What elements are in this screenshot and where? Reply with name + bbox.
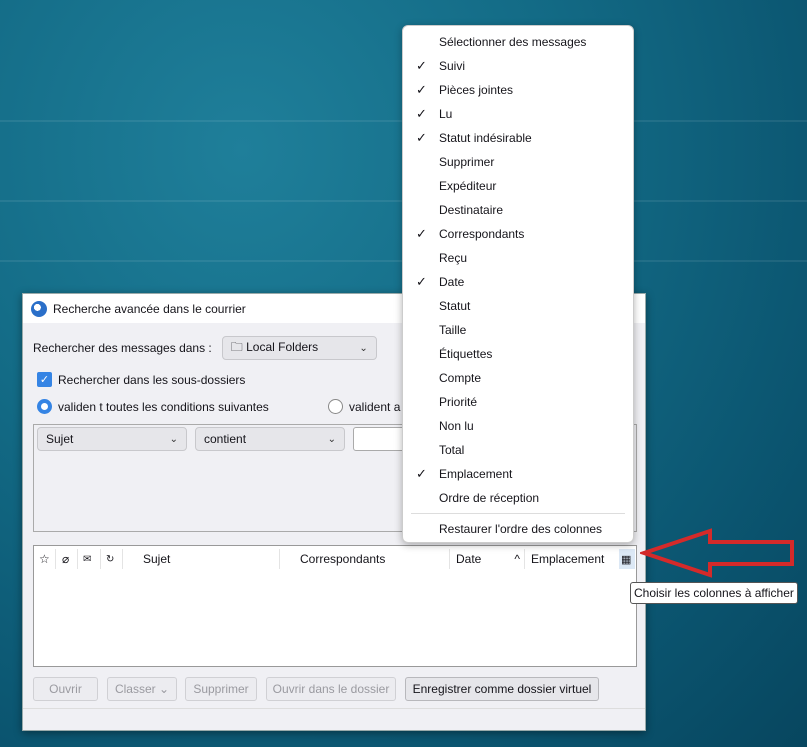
- match-all-label: validen t toutes les conditions suivante…: [58, 399, 269, 414]
- menu-item[interactable]: Taille: [403, 318, 633, 342]
- open-button[interactable]: Ouvrir: [33, 677, 98, 701]
- menu-item[interactable]: Priorité: [403, 390, 633, 414]
- menu-item[interactable]: Non lu: [403, 414, 633, 438]
- checkmark-icon: ✓: [416, 130, 427, 145]
- menu-item[interactable]: Supprimer: [403, 150, 633, 174]
- folder-select[interactable]: 🗀 Local Folders ⌄: [221, 336, 377, 360]
- menu-item[interactable]: Sélectionner des messages: [403, 30, 633, 54]
- dialog-title: Recherche avancée dans le courrier: [53, 301, 246, 316]
- checkmark-icon: ✓: [416, 466, 427, 481]
- field-value: Sujet: [46, 432, 74, 446]
- column-location[interactable]: Emplacement: [525, 549, 619, 569]
- menu-item-label: Lu: [439, 107, 453, 121]
- red-arrow-annotation: [640, 528, 794, 578]
- menu-item[interactable]: Ordre de réception: [403, 486, 633, 510]
- checkmark-icon: ✓: [416, 58, 427, 73]
- menu-item[interactable]: ✓ Statut indésirable: [403, 126, 633, 150]
- column-correspondents[interactable]: Correspondants: [280, 549, 450, 569]
- checkmark-icon: ✓: [416, 106, 427, 121]
- menu-item-label: Suivi: [439, 59, 466, 73]
- attachment-icon[interactable]: ⌀: [56, 549, 78, 569]
- chevron-down-icon: ⌄: [169, 433, 178, 445]
- menu-item[interactable]: Total: [403, 438, 633, 462]
- menu-item-label: Supprimer: [439, 155, 495, 169]
- restore-column-order-item[interactable]: Restaurer l'ordre des colonnes: [403, 517, 633, 541]
- table-header: ☆ ⌀ ✉ ↻ Sujet Correspondants Date ^ Empla…: [34, 546, 636, 572]
- subfolders-checkbox[interactable]: ✓: [37, 372, 52, 387]
- menu-item[interactable]: Étiquettes: [403, 342, 633, 366]
- folder-icon: 🗀: [230, 339, 243, 354]
- menu-item-label: Correspondants: [439, 227, 525, 241]
- menu-item[interactable]: ✓ Date: [403, 270, 633, 294]
- search-in-label: Rechercher des messages dans :: [33, 341, 212, 355]
- menu-item-label: Non lu: [439, 419, 474, 433]
- menu-item-label: Sélectionner des messages: [439, 35, 587, 49]
- chevron-down-icon: ⌄: [158, 682, 170, 696]
- chevron-down-icon: ⌄: [359, 342, 368, 354]
- match-all-radio[interactable]: [37, 399, 52, 414]
- results-table: ☆ ⌀ ✉ ↻ Sujet Correspondants Date ^ Empla…: [33, 545, 637, 667]
- subfolders-label: Rechercher dans les sous-dossiers: [58, 372, 246, 387]
- chevron-down-icon: ⌄: [327, 433, 336, 445]
- status-bar: [23, 708, 645, 730]
- menu-item-label: Expéditeur: [439, 179, 497, 193]
- menu-item-label: Date: [439, 275, 465, 289]
- menu-item-label: Statut: [439, 299, 471, 313]
- folder-value: Local Folders: [246, 339, 319, 354]
- thunderbird-logo-icon: [31, 300, 47, 317]
- delete-button[interactable]: Supprimer: [185, 677, 257, 701]
- column-picker-menu: Sélectionner des messages ✓ Suivi ✓ Pièces j…: [402, 25, 634, 543]
- junk-icon[interactable]: ✉: [78, 549, 101, 569]
- menu-item[interactable]: Reçu: [403, 246, 633, 270]
- menu-item[interactable]: ✓ Correspondants: [403, 222, 633, 246]
- menu-item-label: Taille: [439, 323, 467, 337]
- menu-separator: [411, 513, 625, 514]
- checkmark-icon: ✓: [416, 274, 427, 289]
- menu-item-label: Statut indésirable: [439, 131, 532, 145]
- star-icon[interactable]: ☆: [34, 549, 56, 569]
- menu-item[interactable]: Compte: [403, 366, 633, 390]
- open-in-folder-button[interactable]: Ouvrir dans le dossier: [266, 677, 396, 701]
- menu-item[interactable]: ✓ Pièces jointes: [403, 78, 633, 102]
- tooltip: Choisir les colonnes à afficher: [630, 582, 798, 604]
- sort-ascending-icon: ^: [514, 552, 520, 566]
- menu-item-label: Priorité: [439, 395, 478, 409]
- menu-item[interactable]: ✓ Suivi: [403, 54, 633, 78]
- menu-item-label: Emplacement: [439, 467, 513, 481]
- file-label: Classer: [114, 682, 156, 696]
- menu-item[interactable]: Expéditeur: [403, 174, 633, 198]
- checkmark-icon: ✓: [416, 226, 427, 241]
- operator-value: contient: [204, 432, 247, 446]
- menu-item-label: Ordre de réception: [439, 491, 540, 505]
- date-label: Date: [456, 552, 482, 566]
- menu-item[interactable]: Statut: [403, 294, 633, 318]
- menu-item-label: Étiquettes: [439, 347, 493, 361]
- match-any-label: valident a: [349, 399, 401, 414]
- field-select[interactable]: Sujet ⌄: [37, 427, 187, 451]
- checkmark-icon: ✓: [416, 82, 427, 97]
- menu-item-label: Compte: [439, 371, 482, 385]
- menu-item-label: Total: [439, 443, 465, 457]
- read-icon[interactable]: ↻: [101, 549, 123, 569]
- file-button[interactable]: Classer ⌄: [107, 677, 177, 701]
- operator-select[interactable]: contient ⌄: [195, 427, 345, 451]
- save-virtual-folder-button[interactable]: Enregistrer comme dossier virtuel: [405, 677, 599, 701]
- column-subject[interactable]: Sujet: [123, 549, 280, 569]
- menu-item[interactable]: ✓ Emplacement: [403, 462, 633, 486]
- column-picker-icon[interactable]: ▦: [619, 549, 635, 569]
- menu-item-label: Pièces jointes: [439, 83, 514, 97]
- menu-item[interactable]: Destinataire: [403, 198, 633, 222]
- menu-item[interactable]: ✓ Lu: [403, 102, 633, 126]
- menu-item-label: Destinataire: [439, 203, 504, 217]
- column-date[interactable]: Date ^: [450, 549, 525, 569]
- menu-item-label: Reçu: [439, 251, 468, 265]
- match-any-radio[interactable]: [328, 399, 343, 414]
